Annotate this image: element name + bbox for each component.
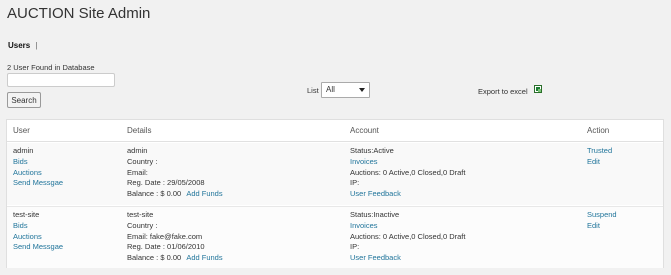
account-ip: IP: (350, 178, 360, 188)
search-input[interactable] (7, 73, 115, 87)
edit-link[interactable]: Edit (587, 221, 617, 232)
details-country: Country : (127, 156, 158, 166)
export-to-excel-link[interactable]: Export to excel (478, 87, 528, 96)
username: admin (13, 146, 34, 155)
list-select[interactable]: All (321, 82, 370, 98)
action-cell: Suspend Edit (587, 210, 617, 232)
details-reg-date: Reg. Date : 01/06/2010 (127, 242, 205, 252)
table-header: User Details Account Action (7, 120, 663, 142)
details-balance: Balance : $ 0.00 (127, 253, 182, 263)
account-cell: Status:Active Invoices Auctions: 0 Activ… (350, 146, 465, 200)
subnav: Users | (8, 41, 38, 50)
header-details: Details (127, 126, 152, 135)
list-label: List (307, 86, 319, 95)
account-auctions: Auctions: 0 Active,0 Closed,0 Draft (350, 167, 466, 177)
user-cell: test-site Bids Auctions Send Messgae (13, 210, 63, 253)
search-button[interactable]: Search (7, 92, 41, 108)
header-user: User (13, 126, 30, 135)
send-message-link[interactable]: Send Messgae (13, 242, 63, 253)
details-balance: Balance : $ 0.00 (127, 189, 182, 199)
send-message-link[interactable]: Send Messgae (13, 178, 63, 189)
user-cell: admin Bids Auctions Send Messgae (13, 146, 63, 189)
details-name: test-site (127, 210, 154, 219)
account-status: Status:Inactive (350, 210, 400, 219)
account-cell: Status:Inactive Invoices Auctions: 0 Act… (350, 210, 465, 264)
bids-link[interactable]: Bids (13, 157, 63, 168)
trusted-link[interactable]: Trusted (587, 146, 612, 157)
auctions-link[interactable]: Auctions (13, 232, 63, 243)
page-title: AUCTION Site Admin (7, 5, 151, 22)
bids-link[interactable]: Bids (13, 221, 63, 232)
suspend-link[interactable]: Suspend (587, 210, 617, 221)
user-feedback-link[interactable]: User Feedback (350, 253, 465, 264)
action-cell: Trusted Edit (587, 146, 612, 168)
chevron-down-icon (359, 88, 365, 92)
subnav-users-link[interactable]: Users (8, 41, 30, 50)
details-cell: admin Country : Email: Reg. Date : 29/05… (127, 146, 223, 200)
header-action: Action (587, 126, 610, 135)
details-cell: test-site Country : Email: fake@fake.com… (127, 210, 223, 264)
invoices-link[interactable]: Invoices (350, 221, 465, 232)
details-email: Email: (127, 167, 148, 177)
table-row: admin Bids Auctions Send Messgae admin C… (7, 143, 663, 205)
details-country: Country : (127, 220, 158, 230)
account-ip: IP: (350, 242, 360, 252)
user-feedback-link[interactable]: User Feedback (350, 189, 465, 200)
details-email: Email: fake@fake.com (127, 231, 203, 241)
subnav-separator: | (35, 41, 38, 50)
invoices-link[interactable]: Invoices (350, 157, 465, 168)
account-auctions: Auctions: 0 Active,0 Closed,0 Draft (350, 231, 466, 241)
account-status: Status:Active (350, 146, 394, 155)
list-select-value: All (326, 85, 335, 94)
details-reg-date: Reg. Date : 29/05/2008 (127, 178, 205, 188)
users-table: User Details Account Action admin Bids A… (6, 119, 664, 268)
details-balance-line: Balance : $ 0.00 Add Funds (127, 189, 223, 200)
table-row: test-site Bids Auctions Send Messgae tes… (7, 206, 663, 268)
excel-icon[interactable] (534, 85, 542, 93)
edit-link[interactable]: Edit (587, 157, 612, 168)
found-count-text: 2 User Found in Database (7, 63, 95, 72)
header-account: Account (350, 126, 379, 135)
username: test-site (13, 210, 40, 219)
add-funds-link[interactable]: Add Funds (186, 253, 222, 262)
details-name: admin (127, 146, 148, 155)
details-balance-line: Balance : $ 0.00 Add Funds (127, 253, 223, 264)
add-funds-link[interactable]: Add Funds (186, 189, 222, 198)
auctions-link[interactable]: Auctions (13, 168, 63, 179)
